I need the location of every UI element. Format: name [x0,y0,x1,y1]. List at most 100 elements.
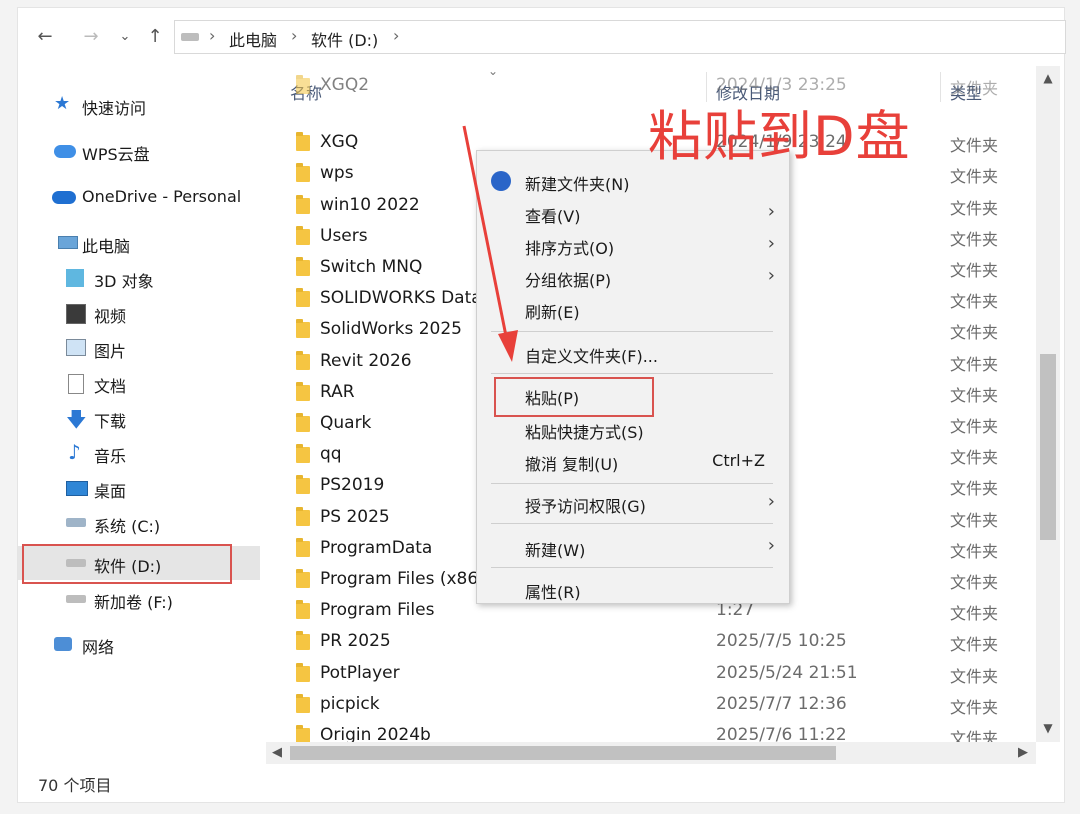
menu-item-sort-by[interactable]: 排序方式(O) › [477,229,789,261]
file-name: Revit 2026 [320,350,412,371]
file-name: XGQ2 [320,75,370,95]
file-name: Switch MNQ [320,257,423,277]
file-name: qq [320,444,342,465]
submenu-chevron-icon: › [767,265,775,286]
submenu-chevron-icon: › [767,535,775,556]
menu-item-group-by[interactable]: 分组依据(P) › [477,261,789,293]
cloud-icon [54,145,76,158]
sidebar-item-drive-c[interactable]: 系统 (C:) [18,506,260,540]
menu-item-label: 粘贴快捷方式(S) [525,423,644,442]
folder-icon [296,444,310,464]
file-row[interactable]: PotPlayer 2025/5/24 21:51 文件夹 [266,658,1036,689]
sidebar-item-network[interactable]: 网络 [18,627,260,661]
breadcrumb-item-drive-d[interactable]: 软件 (D:) [311,27,378,51]
sidebar-item-videos[interactable]: 视频 [18,296,260,330]
sidebar-item-documents[interactable]: 文档 [18,366,260,400]
address-bar[interactable]: › 此电脑 › 软件 (D:) › [174,20,1066,54]
submenu-chevron-icon: › [767,233,775,254]
menu-item-refresh[interactable]: 刷新(E) [477,293,789,325]
folder-icon [296,506,310,526]
file-type: 文件夹 [950,573,999,592]
sidebar-item-wps-cloud[interactable]: WPS云盘 [18,134,260,168]
folder-icon [296,288,310,308]
menu-item-properties[interactable]: 属性(R) [477,573,789,605]
menu-separator [491,331,773,332]
folder-icon [296,257,310,276]
menu-item-shortcut: Ctrl+Z [712,451,765,470]
vertical-scrollbar[interactable]: ▲ ▼ [1036,66,1060,742]
horizontal-scrollbar[interactable]: ◀ ▶ [266,742,1036,764]
cube-icon [66,269,84,287]
sidebar-item-pictures[interactable]: 图片 [18,331,260,365]
file-date: 2025/7/5 10:25 [716,631,847,652]
scroll-down-icon[interactable]: ▼ [1036,718,1060,738]
sidebar-item-onedrive[interactable]: OneDrive - Personal [18,180,260,214]
folder-icon [296,163,310,183]
menu-item-paste-shortcut[interactable]: 粘贴快捷方式(S) [477,413,789,445]
menu-item-undo-copy[interactable]: 撤消 复制(U) Ctrl+Z [477,445,789,477]
folder-icon [296,75,310,94]
sidebar-item-label: 音乐 [94,447,127,466]
address-row: ← → ⌄ ↑ › 此电脑 › 软件 (D:) › [18,8,1066,62]
menu-separator [491,523,773,524]
scroll-right-icon[interactable]: ▶ [1012,742,1034,764]
sidebar-item-quick-access[interactable]: ★ 快速访问 [18,88,260,122]
sidebar-item-label: 系统 (C:) [94,517,161,536]
file-type: 文件夹 [950,448,999,468]
file-name: Quark [320,413,372,433]
forward-arrow-icon[interactable]: → [80,26,102,48]
submenu-chevron-icon: › [767,491,775,512]
sidebar-item-label: 3D 对象 [94,272,154,291]
sidebar-item-label: 视频 [94,307,127,326]
highlight-box-drive-d [22,544,232,584]
file-type: 文件夹 [950,261,999,280]
navigation-pane: ★ 快速访问 WPS云盘 OneDrive - Personal 此电脑 3D … [18,66,260,766]
sidebar-item-music[interactable]: ♪ 音乐 [18,436,260,470]
file-row[interactable]: picpick 2025/7/7 12:36 文件夹 [266,689,1036,720]
file-row[interactable]: PR 2025 2025/7/5 10:25 文件夹 [266,626,1036,657]
scroll-left-icon[interactable]: ◀ [266,742,288,764]
picture-icon [66,339,86,356]
submenu-chevron-icon: › [767,201,775,222]
sidebar-item-3d-objects[interactable]: 3D 对象 [18,261,260,295]
horizontal-scroll-thumb[interactable] [290,746,836,760]
sidebar-item-drive-f[interactable]: 新加卷 (F:) [18,582,260,616]
computer-icon [58,236,78,249]
file-date: 2025/5/24 21:51 [716,662,858,683]
file-type: 文件夹 [950,198,999,218]
menu-separator [491,567,773,568]
breadcrumb-item-this-pc[interactable]: 此电脑 [229,27,277,51]
folder-icon [296,132,310,152]
file-type: 文件夹 [950,604,999,624]
sidebar-item-desktop[interactable]: 桌面 [18,471,260,505]
sidebar-item-this-pc[interactable]: 此电脑 [18,226,260,260]
menu-item-new[interactable]: 新建(W) › [477,531,789,563]
menu-item-label: 查看(V) [525,207,581,226]
menu-item-label: 新建文件夹(N) [525,175,630,194]
scroll-up-icon[interactable]: ▲ [1036,68,1060,88]
menu-separator [491,373,773,374]
menu-item-give-access[interactable]: 授予访问权限(G) › [477,487,789,519]
file-type: 文件夹 [950,167,999,187]
file-type: 文件夹 [950,541,999,561]
sidebar-item-label: 此电脑 [82,237,131,256]
folder-icon [296,194,310,214]
vertical-scroll-thumb[interactable] [1040,354,1056,540]
folder-icon [296,350,310,370]
up-arrow-icon[interactable]: ↑ [144,26,166,48]
recent-chevron-icon[interactable]: ⌄ [114,26,136,48]
back-arrow-icon[interactable]: ← [34,26,56,48]
menu-item-label: 授予访问权限(G) [525,497,646,516]
file-row[interactable]: Origin 2024b 2025/7/6 11:22 文件夹 [266,720,1036,742]
menu-item-view[interactable]: 查看(V) › [477,197,789,229]
sidebar-item-label: 文档 [94,377,127,396]
folder-icon [296,725,310,742]
folder-icon [296,381,310,401]
menu-item-customize-folder[interactable]: 自定义文件夹(F)... [477,337,789,369]
file-name: picpick [320,693,380,714]
sidebar-item-downloads[interactable]: 🡇 下载 [18,401,260,435]
sidebar-item-label: 网络 [82,638,115,657]
menu-item-label: 撤消 复制(U) [525,455,619,474]
onedrive-icon [52,191,76,204]
file-date: 2025/7/7 12:36 [716,693,847,714]
